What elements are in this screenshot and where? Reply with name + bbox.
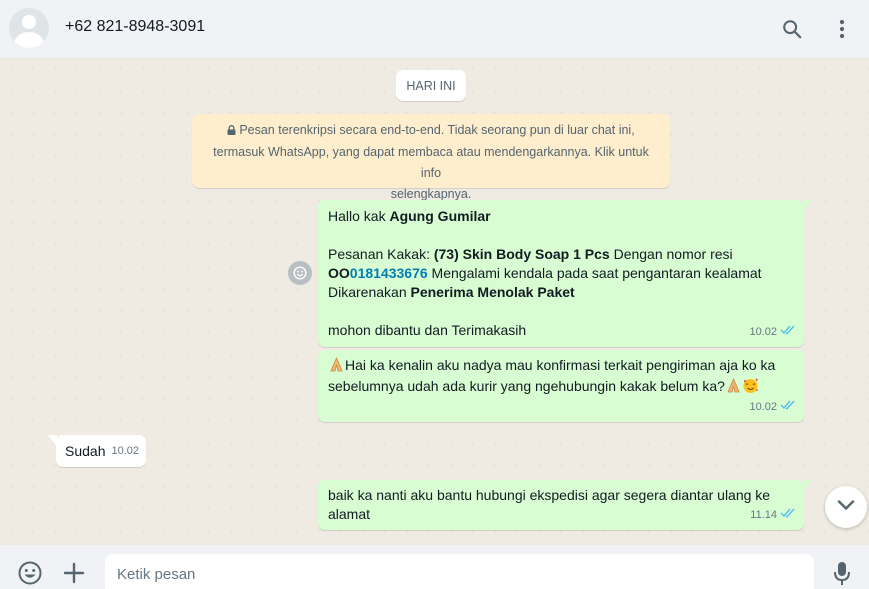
emoji-reaction-icon[interactable]	[288, 261, 312, 285]
resi-number-link[interactable]: 0181433676	[350, 265, 428, 281]
lock-icon	[227, 121, 236, 142]
message-outgoing[interactable]: Hallo kak Agung Gumilar Pesanan Kakak: (…	[318, 200, 812, 347]
contact-name[interactable]: +62 821-8948-3091	[65, 18, 205, 36]
message-meta: 10.02	[111, 442, 139, 461]
message-line: Hai ka kenalin aku nadya mau konfirmasi …	[328, 356, 794, 377]
failure-reason: Penerima Menolak Paket	[410, 284, 575, 300]
search-icon[interactable]	[777, 14, 807, 44]
message-time: 11.14	[750, 509, 777, 521]
message-text: Sudah	[65, 443, 106, 459]
day-divider: HARI INI	[396, 70, 466, 101]
message-line: sebelumnya udah ada kurir yang ngehubung…	[328, 377, 794, 398]
bubble-tail	[48, 435, 57, 447]
chat-area[interactable]: HARI INI Pesan terenkripsi secara end-to…	[0, 58, 869, 545]
composer-bar	[0, 545, 869, 589]
message-input[interactable]	[105, 554, 814, 589]
double-check-icon	[780, 323, 796, 342]
menu-icon[interactable]	[827, 14, 857, 44]
message-time: 10.02	[749, 401, 777, 413]
message-input-container[interactable]	[105, 554, 814, 589]
folded-hands-icon	[328, 356, 345, 373]
avatar-body-shape	[14, 32, 44, 48]
message-outgoing[interactable]: Hai ka kenalin aku nadya mau konfirmasi …	[318, 350, 804, 422]
message-line: Pesanan Kakak: (73) Skin Body Soap 1 Pcs…	[328, 246, 733, 262]
bubble-tail	[803, 480, 812, 492]
message-time: 10.02	[111, 445, 139, 457]
message-line: baik ka nanti aku bantu hubungi ekspedis…	[328, 487, 771, 503]
encryption-notice-line: termasuk WhatsApp, yang dapat membaca at…	[213, 145, 649, 180]
message-meta: 10.02	[749, 398, 796, 417]
message-outgoing[interactable]: baik ka nanti aku bantu hubungi ekspedis…	[318, 480, 812, 530]
chat-header: +62 821-8948-3091	[0, 0, 869, 58]
smiling-face-with-hearts-icon	[742, 377, 759, 394]
scroll-to-bottom-button[interactable]	[825, 486, 867, 528]
message-line: OO0181433676 Mengalami kendala pada saat…	[328, 265, 762, 281]
bubble-tail	[803, 200, 812, 212]
message-meta: 10.02	[749, 323, 796, 342]
message-meta: 11.14	[750, 506, 796, 525]
encryption-notice-line: Pesan terenkripsi secara end-to-end. Tid…	[206, 120, 656, 142]
chevron-down-icon	[837, 498, 855, 516]
message-line: Hallo kak Agung Gumilar	[328, 208, 491, 224]
message-line: mohon dibantu dan Terimakasih	[328, 322, 527, 338]
message-line: Dikarenakan Penerima Menolak Paket	[328, 284, 575, 300]
double-check-icon	[780, 398, 796, 417]
resi-prefix: OO	[328, 265, 350, 281]
message-line: alamat	[328, 506, 371, 522]
emoji-picker-icon[interactable]	[15, 558, 45, 588]
product-name: (73) Skin Body Soap 1 Pcs	[433, 246, 610, 262]
message-time: 10.02	[749, 326, 777, 338]
attach-plus-icon[interactable]	[59, 558, 89, 588]
double-check-icon	[780, 506, 796, 525]
encryption-notice[interactable]: Pesan terenkripsi secara end-to-end. Tid…	[192, 114, 670, 201]
folded-hands-icon	[725, 377, 742, 394]
recipient-name: Agung Gumilar	[389, 208, 491, 224]
microphone-icon[interactable]	[827, 558, 857, 588]
avatar-head-shape	[22, 15, 36, 29]
avatar[interactable]	[9, 8, 49, 48]
message-incoming[interactable]: Sudah 10.02	[48, 435, 146, 467]
